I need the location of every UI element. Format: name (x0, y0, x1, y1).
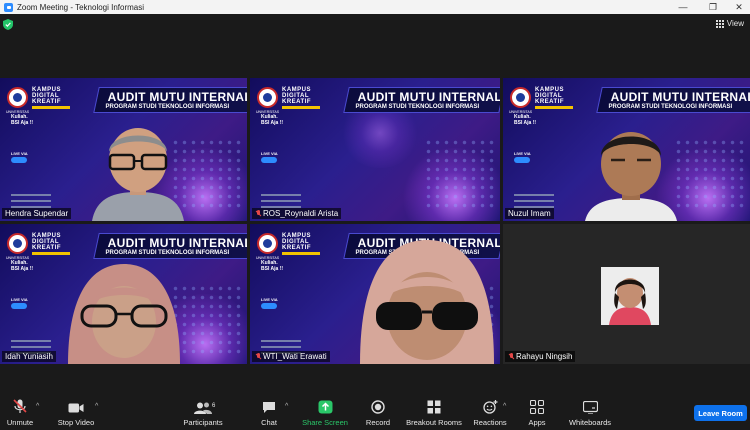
live-via-label: LIVE VIA (261, 297, 278, 302)
reactions-label: Reactions (473, 418, 507, 427)
record-label: Record (365, 418, 391, 427)
name-label: Idah Yuniasih (2, 351, 56, 362)
apps-label: Apps (528, 418, 546, 427)
mic-muted-icon (255, 353, 261, 360)
university-logo (257, 233, 278, 254)
kampus-logo-text: KAMPUS DIGITAL KREATIF (282, 87, 320, 109)
mic-muted-icon (508, 353, 514, 360)
participants-label: Participants (183, 418, 223, 427)
zoom-chip-icon (261, 157, 277, 163)
university-logo (257, 87, 278, 108)
meeting-toolbar: Unmute ^ Stop Video ^ Participants 6 Cha… (0, 395, 750, 430)
name-label: WTI_Wati Erawati (252, 351, 330, 362)
stop-video-button[interactable]: Stop Video (56, 395, 96, 430)
record-button[interactable]: Record (363, 395, 393, 430)
mic-off-icon (13, 399, 27, 413)
apps-button[interactable]: Apps (527, 395, 547, 430)
video-camera-icon (68, 403, 84, 413)
university-logo (7, 233, 28, 254)
slide-banner: AUDIT MUTU INTERNALPROGRAM STUDI TEKNOLO… (93, 87, 247, 113)
chat-label: Chat (261, 418, 277, 427)
live-via-label: LIVE VIA (514, 151, 531, 156)
meeting-topbar: View (0, 14, 750, 36)
breakout-rooms-icon (427, 400, 441, 414)
reactions-button[interactable]: Reactions (473, 395, 507, 430)
name-label: Rahayu Ningsih (505, 351, 576, 362)
breakout-rooms-button[interactable]: Breakout Rooms (405, 395, 463, 430)
view-button[interactable]: View (715, 19, 744, 28)
minimize-icon[interactable]: — (670, 0, 696, 14)
unmute-button[interactable]: Unmute (4, 395, 36, 430)
name-label: Nuzul Imam (505, 208, 554, 219)
chat-button[interactable]: Chat (258, 395, 280, 430)
breakout-rooms-label: Breakout Rooms (406, 418, 462, 427)
participant-video-wati (360, 240, 494, 364)
whiteboards-label: Whiteboards (568, 418, 612, 427)
live-via-label: LIVE VIA (11, 151, 28, 156)
zoom-chip-icon (11, 157, 27, 163)
chat-icon (263, 402, 275, 413)
video-tile-nuzul[interactable]: KAMPUS DIGITAL KREATIF UNIVERSITAS AUDIT M… (503, 78, 750, 221)
chevron-up-icon[interactable]: ^ (285, 403, 288, 410)
name-label: Hendra Supendar (2, 208, 72, 219)
zoom-chip-icon (11, 303, 27, 309)
chevron-up-icon[interactable]: ^ (95, 403, 98, 410)
share-screen-icon (318, 400, 332, 414)
university-logo (510, 87, 531, 108)
slide-kuliah: Kuliah. BSI Aja !! (261, 260, 284, 272)
slide-banner: AUDIT MUTU INTERNALPROGRAM STUDI TEKNOLO… (93, 233, 247, 259)
participants-button[interactable]: Participants (182, 395, 224, 430)
whiteboards-button[interactable]: Whiteboards (567, 395, 613, 430)
apps-icon (530, 400, 544, 414)
close-icon[interactable]: ✕ (726, 0, 750, 14)
share-screen-label: Share Screen (302, 418, 348, 427)
share-screen-button[interactable]: Share Screen (301, 395, 349, 430)
name-label: ROS_Roynaldi Arista (252, 208, 342, 219)
slide-banner: AUDIT MUTU INTERNALPROGRAM STUDI TEKNOLO… (343, 87, 500, 113)
record-icon (371, 400, 385, 414)
slide-kuliah: Kuliah. BSI Aja !! (261, 114, 284, 126)
participants-count: 6 (212, 403, 216, 409)
slide-kuliah: Kuliah. BSI Aja !! (514, 114, 537, 126)
chevron-up-icon[interactable]: ^ (36, 403, 39, 410)
live-via-label: LIVE VIA (261, 151, 278, 156)
view-label: View (726, 19, 744, 28)
whiteboard-icon (582, 401, 598, 414)
grid-view-icon (715, 19, 724, 28)
slide-banner: AUDIT MUTU INTERNALPROGRAM STUDI TEKNOLO… (596, 87, 750, 113)
participant-video-idah (68, 264, 180, 364)
slide-kuliah: Kuliah. BSI Aja !! (11, 114, 34, 126)
video-tile-wati[interactable]: KAMPUSDIGITALKREATIF UNIVERSITAS AUDIT M… (250, 224, 500, 364)
stop-video-label: Stop Video (57, 418, 95, 427)
kampus-logo-text: KAMPUS DIGITAL KREATIF (535, 87, 573, 109)
participant-video-hendra (92, 128, 184, 221)
mic-muted-icon (255, 210, 261, 217)
emoji-icon (482, 400, 497, 414)
window-title: Zoom Meeting - Teknologi Informasi (17, 2, 145, 12)
live-via-label: LIVE VIA (11, 297, 28, 302)
restore-icon[interactable]: ❐ (700, 0, 726, 14)
slide-background: KAMPUSDIGITALKREATIF UNIVERSITAS AUDIT M… (250, 78, 500, 221)
unmute-label: Unmute (6, 418, 34, 427)
kampus-logo-text: KAMPUS DIGITAL KREATIF (32, 233, 70, 255)
kampus-logo-text: KAMPUS DIGITAL KREATIF (282, 233, 320, 255)
participants-icon (194, 402, 212, 414)
video-tile-hendra[interactable]: KAMPUS DIGITAL KREATIF UNIVERSITAS AUDIT M… (0, 78, 247, 221)
zoom-app-icon (4, 2, 13, 12)
participant-video-nuzul (585, 132, 677, 221)
avatar (601, 267, 659, 325)
slide-kuliah: Kuliah. BSI Aja !! (11, 260, 34, 272)
zoom-chip-icon (514, 157, 530, 163)
video-tile-idah[interactable]: KAMPUS DIGITAL KREATIF UNIVERSITAS AUDIT M… (0, 224, 247, 364)
chevron-up-icon[interactable]: ^ (503, 403, 506, 410)
kampus-logo-text: KAMPUS DIGITAL KREATIF (32, 87, 70, 109)
video-tile-roynaldi[interactable]: KAMPUS DIGITAL KREATIF UNIVERSITAS AUDIT M… (250, 78, 500, 221)
zoom-chip-icon (261, 303, 277, 309)
leave-room-button[interactable]: Leave Room (694, 405, 747, 421)
university-logo (7, 87, 28, 108)
video-tile-rahayu[interactable]: Rahayu Ningsih (503, 224, 750, 364)
shield-icon[interactable] (3, 19, 13, 30)
window-titlebar: Zoom Meeting - Teknologi Informasi (0, 0, 750, 14)
